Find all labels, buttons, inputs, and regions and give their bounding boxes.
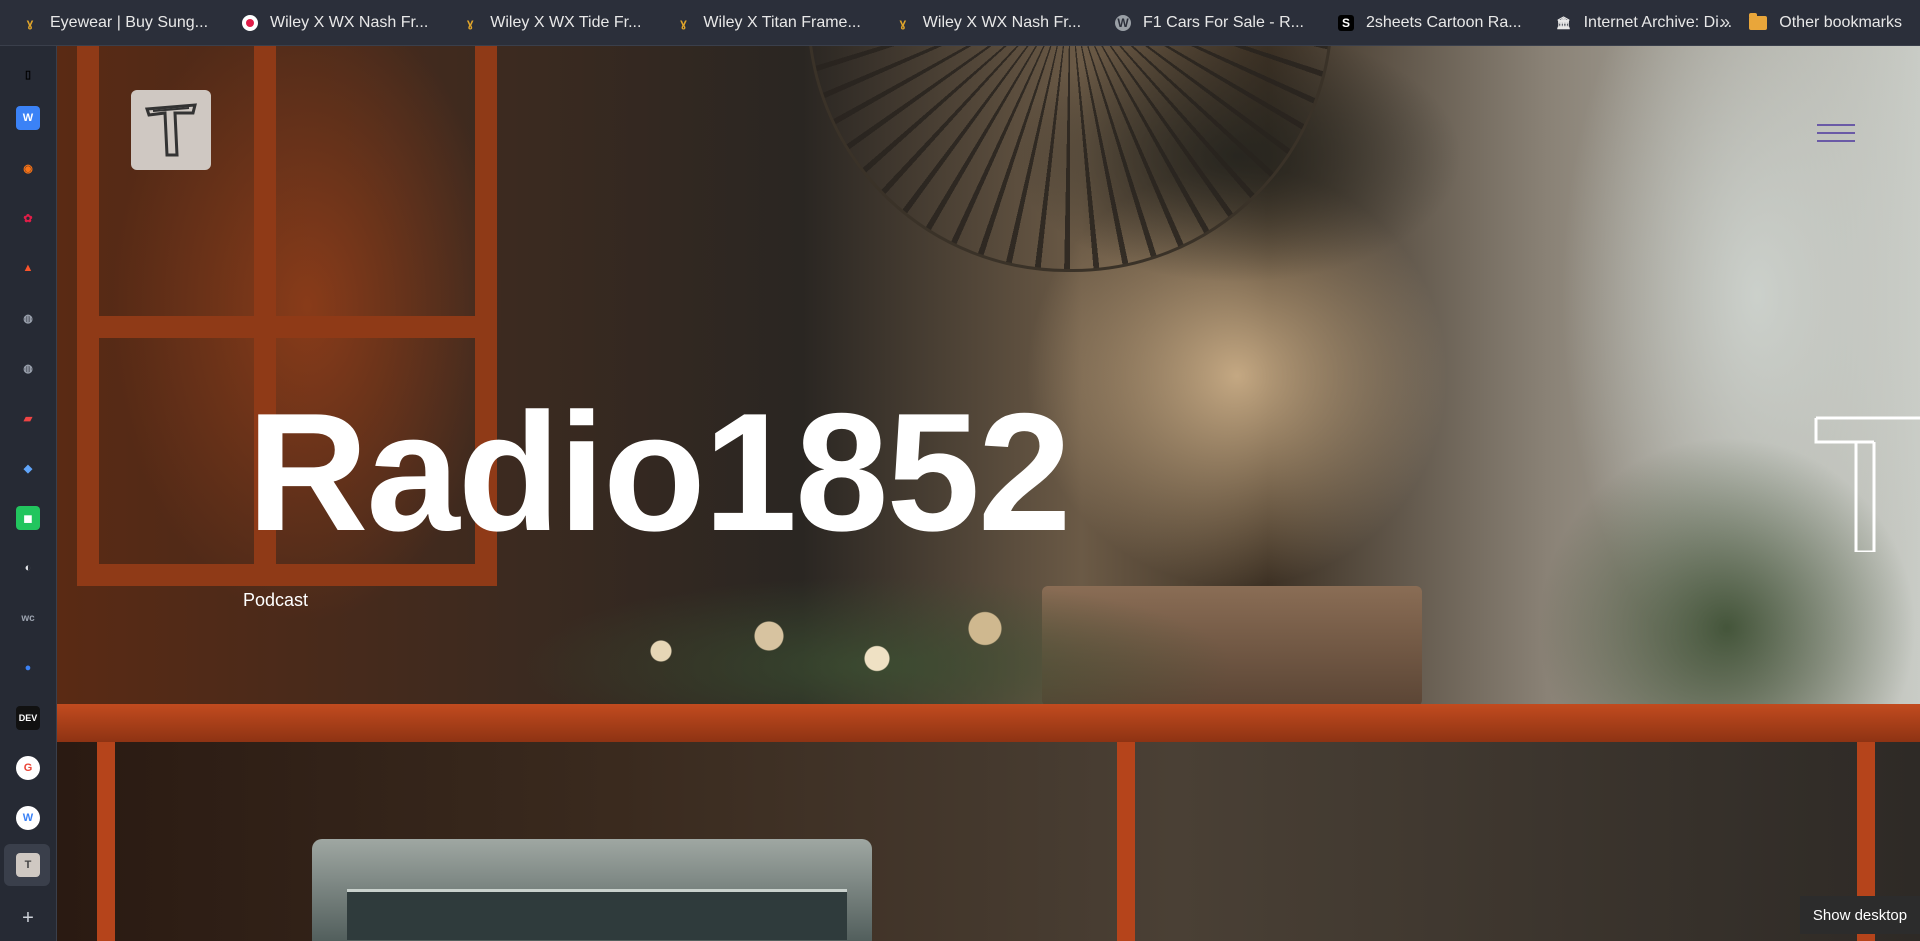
huawei-icon[interactable]: ✿ (16, 206, 40, 230)
bookmark-item[interactable]: S 2sheets Cartoon Ra... (1316, 0, 1534, 45)
radio-site-icon[interactable]: T (16, 853, 40, 877)
bookmarks-overflow-button[interactable]: » (1720, 0, 1730, 45)
globe-icon[interactable]: ◍ (16, 306, 40, 330)
bookmark-label: Wiley X Titan Frame... (703, 13, 861, 31)
bookmark-label: 2sheets Cartoon Ra... (1365, 13, 1522, 31)
hero-subtitle: Podcast (243, 590, 309, 610)
wordpress-icon[interactable]: W (16, 806, 40, 830)
hero-title: Radio1852 (247, 378, 1071, 566)
wiley-x-icon: ɣ (26, 15, 34, 30)
menu-line (1817, 140, 1855, 142)
bird-icon[interactable]: ◆ (16, 456, 40, 480)
bookmark-item[interactable]: ɣ Eyewear | Buy Sung... (0, 0, 220, 45)
penguin-icon[interactable]: ◐ (16, 556, 40, 580)
bookmark-label: Eyewear | Buy Sung... (50, 13, 209, 31)
menu-line (1817, 132, 1855, 134)
chart-app-icon[interactable]: ◼ (16, 506, 40, 530)
bookmark-item[interactable]: Wiley X WX Nash Fr... (220, 0, 440, 45)
shelf-leg (1117, 742, 1135, 941)
radio-dial-image (347, 889, 847, 940)
fan-image (807, 46, 1333, 272)
target-icon (242, 14, 259, 31)
bookmark-label: Wiley X WX Nash Fr... (270, 13, 429, 31)
s-icon: S (1337, 14, 1354, 31)
wiley-x-icon: ɣ (899, 15, 907, 30)
menu-line (1817, 124, 1855, 126)
show-desktop-button[interactable]: Show desktop (1800, 896, 1920, 934)
other-bookmarks-label: Other bookmarks (1779, 13, 1902, 31)
bookmark-label: Wiley X WX Nash Fr... (922, 13, 1082, 31)
globe-icon[interactable]: ◍ (16, 356, 40, 380)
folder-icon (1749, 12, 1768, 30)
hero-section: Radio1852 Podcast (57, 46, 1920, 941)
wiley-x-icon: ɣ (680, 15, 687, 30)
sidebar-toggle-icon[interactable]: ▯ (16, 62, 40, 86)
wiley-x-icon: ɣ (466, 15, 474, 30)
browser-sidebar: ▯ W ◉ ✿ ▲ ◍ ◍ ▰ ◆ ◼ ◐ wc ● DEV G W T + (0, 46, 57, 941)
bookmark-item[interactable]: ɣ Wiley X Titan Frame... (653, 0, 872, 45)
menu-button[interactable] (1817, 120, 1859, 150)
bookmark-label: Internet Archive: Di... (1583, 13, 1733, 31)
add-icon[interactable]: + (16, 906, 40, 930)
fox-app-icon[interactable]: ◉ (16, 156, 40, 180)
wordpress-icon: W (1115, 14, 1132, 31)
car-icon[interactable]: ▰ (16, 406, 40, 430)
bookmark-item[interactable]: ɣ Wiley X WX Nash Fr... (873, 0, 1093, 45)
site-w-icon[interactable]: W (16, 106, 40, 130)
bookmark-label: Wiley X WX Tide Fr... (490, 13, 642, 31)
cloud-app-icon[interactable]: ● (16, 656, 40, 680)
google-icon[interactable]: G (16, 756, 40, 780)
bookmarks-bar: ɣ Eyewear | Buy Sung... Wiley X WX Nash … (0, 0, 1920, 45)
bookmark-item[interactable]: 🏛 Internet Archive: Di... (1534, 0, 1745, 45)
wc-icon[interactable]: wc (16, 606, 40, 630)
other-bookmarks-button[interactable]: Other bookmarks (1749, 0, 1902, 45)
site-logo-icon (144, 103, 197, 157)
archive-icon: 🏛 (1555, 15, 1572, 30)
outline-logo-icon (1814, 416, 1920, 552)
bookmark-label: F1 Cars For Sale - R... (1143, 13, 1304, 31)
bookmark-item[interactable]: W F1 Cars For Sale - R... (1093, 0, 1316, 45)
brave-icon[interactable]: ▲ (16, 256, 40, 280)
dev-icon[interactable]: DEV (16, 706, 40, 730)
bookmark-item[interactable]: ɣ Wiley X WX Tide Fr... (440, 0, 653, 45)
shelf-leg (97, 742, 115, 941)
site-logo[interactable] (131, 90, 211, 170)
shelf-image (57, 704, 1920, 742)
